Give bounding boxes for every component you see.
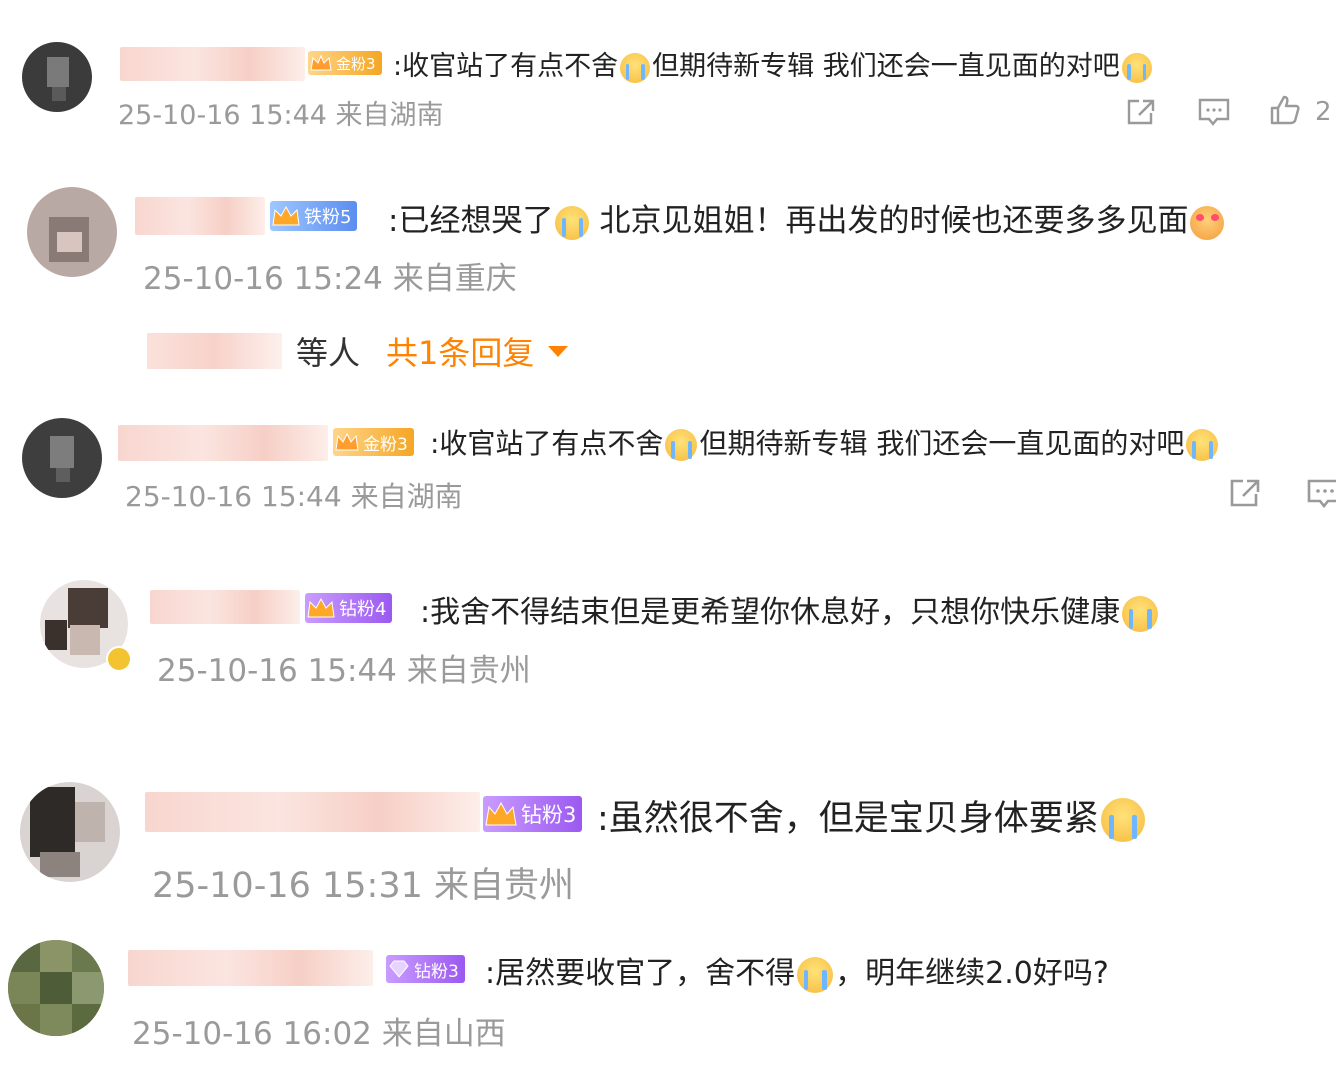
location: 来自山西 <box>381 1016 506 1052</box>
heart-eyes-emoji-icon <box>1190 205 1225 240</box>
location: 来自重庆 <box>392 261 517 297</box>
like-count: 2 <box>1315 97 1332 127</box>
badge-label: 金粉3 <box>336 54 376 73</box>
fan-badge[interactable]: 金粉3 <box>333 428 414 456</box>
diamond-icon <box>388 960 410 978</box>
timestamp: 25-10-16 15:44 <box>125 480 342 513</box>
fan-badge[interactable]: 钻粉4 <box>305 593 393 623</box>
comment-item: 金粉3 :收官站了有点不舍 但期待新专辑 我们还会一直见面的对吧 25-10-16… <box>0 0 1336 150</box>
comment-text: :我舍不得结束但是更希望你休息好，只想你快乐健康 <box>420 587 1160 632</box>
fan-badge[interactable]: 金粉3 <box>308 51 382 75</box>
comment-item: 钻粉3 :居然要收官了，舍不得 ，明年继续2.0好吗? 25-10-16 16:0… <box>0 930 1336 1080</box>
comment-item: 金粉3 :收官站了有点不舍 但期待新专辑 我们还会一直见面的对吧 25-10-16… <box>0 405 1336 545</box>
timestamp: 25-10-16 15:44 <box>157 653 397 689</box>
reply-summary[interactable]: 等人 共1条回复 <box>147 328 569 374</box>
comment-meta: 25-10-16 15:24 来自重庆 <box>143 253 517 298</box>
fan-badge[interactable]: 钻粉3 <box>483 796 583 832</box>
crown-icon <box>485 801 517 827</box>
comment-meta: 25-10-16 15:44 来自湖南 <box>118 93 444 132</box>
share-icon[interactable] <box>1125 97 1157 127</box>
timestamp: 25-10-16 15:31 <box>152 866 423 906</box>
chevron-down-icon[interactable] <box>548 345 569 357</box>
avatar[interactable] <box>20 782 120 882</box>
username[interactable] <box>145 792 480 832</box>
comment-text: :已经想哭了 北京见姐姐！再出发的时候也还要多多见面 <box>388 195 1226 240</box>
location: 来自湖南 <box>335 100 444 131</box>
crown-icon <box>310 54 332 72</box>
comment-actions <box>1228 477 1336 509</box>
timestamp: 25-10-16 16:02 <box>132 1016 372 1052</box>
reply-usernames[interactable] <box>147 333 282 369</box>
avatar[interactable] <box>22 42 92 112</box>
comment-text: :收官站了有点不舍 但期待新专辑 我们还会一直见面的对吧 <box>430 422 1220 462</box>
crying-emoji-icon <box>555 205 590 240</box>
comment-text: :收官站了有点不舍 但期待新专辑 我们还会一直见面的对吧 <box>393 44 1154 83</box>
timestamp: 25-10-16 15:44 <box>118 100 327 131</box>
username[interactable] <box>128 950 373 986</box>
crying-emoji-icon <box>1121 52 1152 83</box>
username[interactable] <box>135 197 265 235</box>
crying-emoji-icon <box>620 52 651 83</box>
comment-actions: 2 <box>1125 94 1332 130</box>
share-icon[interactable] <box>1228 477 1262 509</box>
thumbs-up-icon <box>1269 94 1301 130</box>
crown-icon <box>307 597 335 619</box>
badge-label: 金粉3 <box>363 434 408 455</box>
comment-item: 钻粉4 :我舍不得结束但是更希望你休息好，只想你快乐健康 25-10-16 15… <box>0 560 1336 720</box>
location: 来自贵州 <box>406 653 531 689</box>
verified-icon <box>106 646 132 672</box>
crying-emoji-icon <box>1122 595 1159 632</box>
avatar[interactable] <box>8 940 104 1036</box>
reply-count-link[interactable]: 共1条回复 <box>386 328 534 374</box>
timestamp: 25-10-16 15:24 <box>143 261 383 297</box>
badge-label: 钻粉3 <box>521 803 577 827</box>
crying-emoji-icon <box>665 429 698 461</box>
avatar[interactable] <box>27 187 117 277</box>
crying-emoji-icon <box>797 956 834 993</box>
location: 来自湖南 <box>350 480 463 513</box>
comment-icon[interactable] <box>1306 477 1336 509</box>
comment-text: :居然要收官了，舍不得 ，明年继续2.0好吗? <box>485 956 1109 993</box>
comment-meta: 25-10-16 16:02 来自山西 <box>132 1008 506 1053</box>
badge-label: 铁粉5 <box>304 207 352 228</box>
fan-badge[interactable]: 钻粉3 <box>386 955 465 983</box>
location: 来自贵州 <box>434 866 575 906</box>
crown-icon <box>335 432 359 452</box>
username[interactable] <box>150 590 300 624</box>
fan-badge[interactable]: 铁粉5 <box>270 201 358 231</box>
crying-emoji-icon <box>1186 429 1219 461</box>
reply-who-label: 等人 <box>296 334 361 372</box>
comment-meta: 25-10-16 15:31 来自贵州 <box>152 857 574 908</box>
crying-emoji-icon <box>1100 798 1145 842</box>
comment-item: 钻粉3 :虽然很不舍，但是宝贝身体要紧 25-10-16 15:31 来自贵州 <box>0 770 1336 920</box>
comment-item: 铁粉5 :已经想哭了 北京见姐姐！再出发的时候也还要多多见面 25-10-16 1… <box>0 150 1336 390</box>
like-button[interactable]: 2 <box>1269 94 1332 130</box>
badge-label: 钻粉4 <box>339 599 387 620</box>
username[interactable] <box>118 425 328 461</box>
badge-label: 钻粉3 <box>414 961 459 982</box>
comment-icon[interactable] <box>1197 97 1231 127</box>
crown-icon <box>272 205 300 227</box>
username[interactable] <box>120 47 305 81</box>
comment-meta: 25-10-16 15:44 来自贵州 <box>157 645 531 690</box>
avatar[interactable] <box>22 418 102 498</box>
comment-text: :虽然很不舍，但是宝贝身体要紧 <box>597 790 1147 842</box>
comment-meta: 25-10-16 15:44 来自湖南 <box>125 475 463 515</box>
